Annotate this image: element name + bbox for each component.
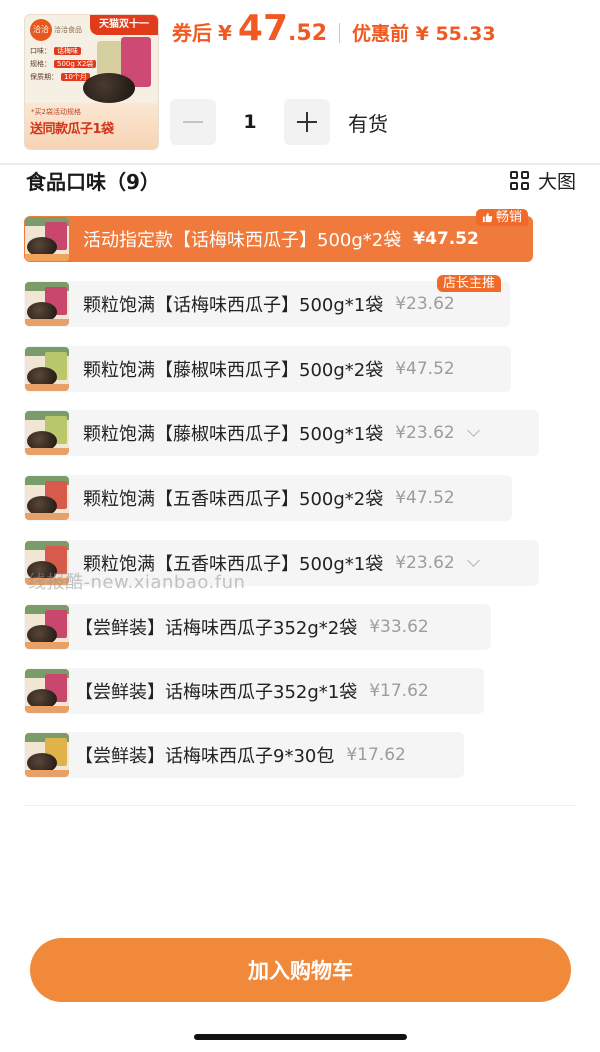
header-divider [0,163,600,165]
home-indicator [194,1034,407,1040]
flavor-option[interactable]: 颗粒饱满【藤椒味西瓜子】500g*2袋 ¥47.52 [24,346,511,392]
option-thumbnail [25,217,69,261]
option-price: ¥47.52 [395,488,455,508]
option-label: 【尝鲜装】话梅味西瓜子352g*2袋 [75,618,358,639]
option-price: ¥17.62 [369,681,429,701]
option-label: 活动指定款【话梅味西瓜子】500g*2袋 [83,230,402,251]
option-price: ¥33.62 [369,617,429,637]
minus-icon [183,121,203,123]
options-divider [24,805,576,806]
spec-line: 规格： 500g X2袋 [30,58,97,71]
section-title: 食品口味（9） [26,170,160,194]
currency-symbol: ¥ [218,21,232,45]
product-thumbnail[interactable]: 洽洽 洽洽食品 天猫双十一 口味： 话梅味 规格： 500g X2袋 保质期： 10个… [24,14,159,150]
price-row: 券后 ¥ 47 .52 优惠前 ¥ 55.33 [172,8,496,58]
grid-icon [509,170,530,191]
option-price: ¥47.52 [395,359,455,379]
decrease-button[interactable] [170,99,216,145]
brand-logo: 洽洽 [30,19,52,41]
spec-line: 口味： 话梅味 [30,45,96,58]
flavor-option[interactable]: 【尝鲜装】话梅味西瓜子9*30包 ¥17.62 [24,732,464,778]
chevron-down-icon[interactable] [466,423,480,437]
option-price: ¥23.62 [395,423,455,443]
coupon-label: 券后 [172,21,212,45]
big-view-toggle[interactable]: 大图 [509,167,576,194]
flavor-option[interactable]: 【尝鲜装】话梅味西瓜子352g*1袋 ¥17.62 [24,668,484,714]
quantity-stepper: 1 有货 [170,99,388,145]
watermark: 线报酷-new.xianbao.fun [28,572,246,593]
option-thumbnail [25,669,69,713]
flavor-option[interactable]: 活动指定款【话梅味西瓜子】500g*2袋 ¥47.52 [24,216,533,262]
brand-text: 洽洽食品 [54,26,82,34]
original-price: 优惠前 ¥ 55.33 [352,23,496,45]
option-label: 颗粒饱满【藤椒味西瓜子】500g*1袋 [83,424,384,445]
price-integer: 47 [237,8,289,49]
option-price: ¥47.52 [413,229,479,249]
increase-button[interactable] [284,99,330,145]
option-label: 【尝鲜装】话梅味西瓜子9*30包 [75,746,335,767]
option-thumbnail [25,282,69,326]
option-thumbnail [25,411,69,455]
option-thumbnail [25,476,69,520]
option-label: 颗粒饱满【五香味西瓜子】500g*2袋 [83,489,384,510]
big-view-label: 大图 [537,171,576,193]
option-label: 颗粒饱满【藤椒味西瓜子】500g*2袋 [83,360,384,381]
price-decimal: .52 [288,21,328,46]
chevron-down-icon[interactable] [466,553,480,567]
seeds-image [83,73,135,103]
option-thumbnail [25,347,69,391]
option-price: ¥23.62 [395,553,455,573]
price-divider [339,23,341,43]
plus-icon [297,112,317,132]
option-price: ¥23.62 [395,294,455,314]
option-label: 【尝鲜装】话梅味西瓜子352g*1袋 [75,682,358,703]
option-thumbnail [25,605,69,649]
flavor-option[interactable]: 颗粒饱满【藤椒味西瓜子】500g*1袋 ¥23.62 [24,410,539,456]
flavor-option[interactable]: 颗粒饱满【五香味西瓜子】500g*2袋 ¥47.52 [24,475,512,521]
product-header: 洽洽 洽洽食品 天猫双十一 口味： 话梅味 规格： 500g X2袋 保质期： 10个… [0,0,600,165]
option-price: ¥17.62 [346,745,406,765]
quantity-value[interactable]: 1 [216,111,284,133]
option-thumbnail [25,733,69,777]
promo-banner: 天猫双十一 [90,15,158,35]
stock-status: 有货 [348,111,388,136]
option-label: 颗粒饱满【话梅味西瓜子】500g*1袋 [83,295,384,316]
promo-band: *买2袋活动规格 送同款瓜子1袋 [25,103,158,149]
thumbs-up-icon [482,212,493,223]
flavor-option[interactable]: 【尝鲜装】话梅味西瓜子352g*2袋 ¥33.62 [24,604,491,650]
spec-lines: 口味： 话梅味 规格： 500g X2袋 保质期： 10个月 [30,45,97,84]
recommended-tag: 店长主推 [437,275,502,292]
add-to-cart-button[interactable]: 加入购物车 [30,938,571,1002]
bestseller-tag: 畅销 [476,209,529,226]
